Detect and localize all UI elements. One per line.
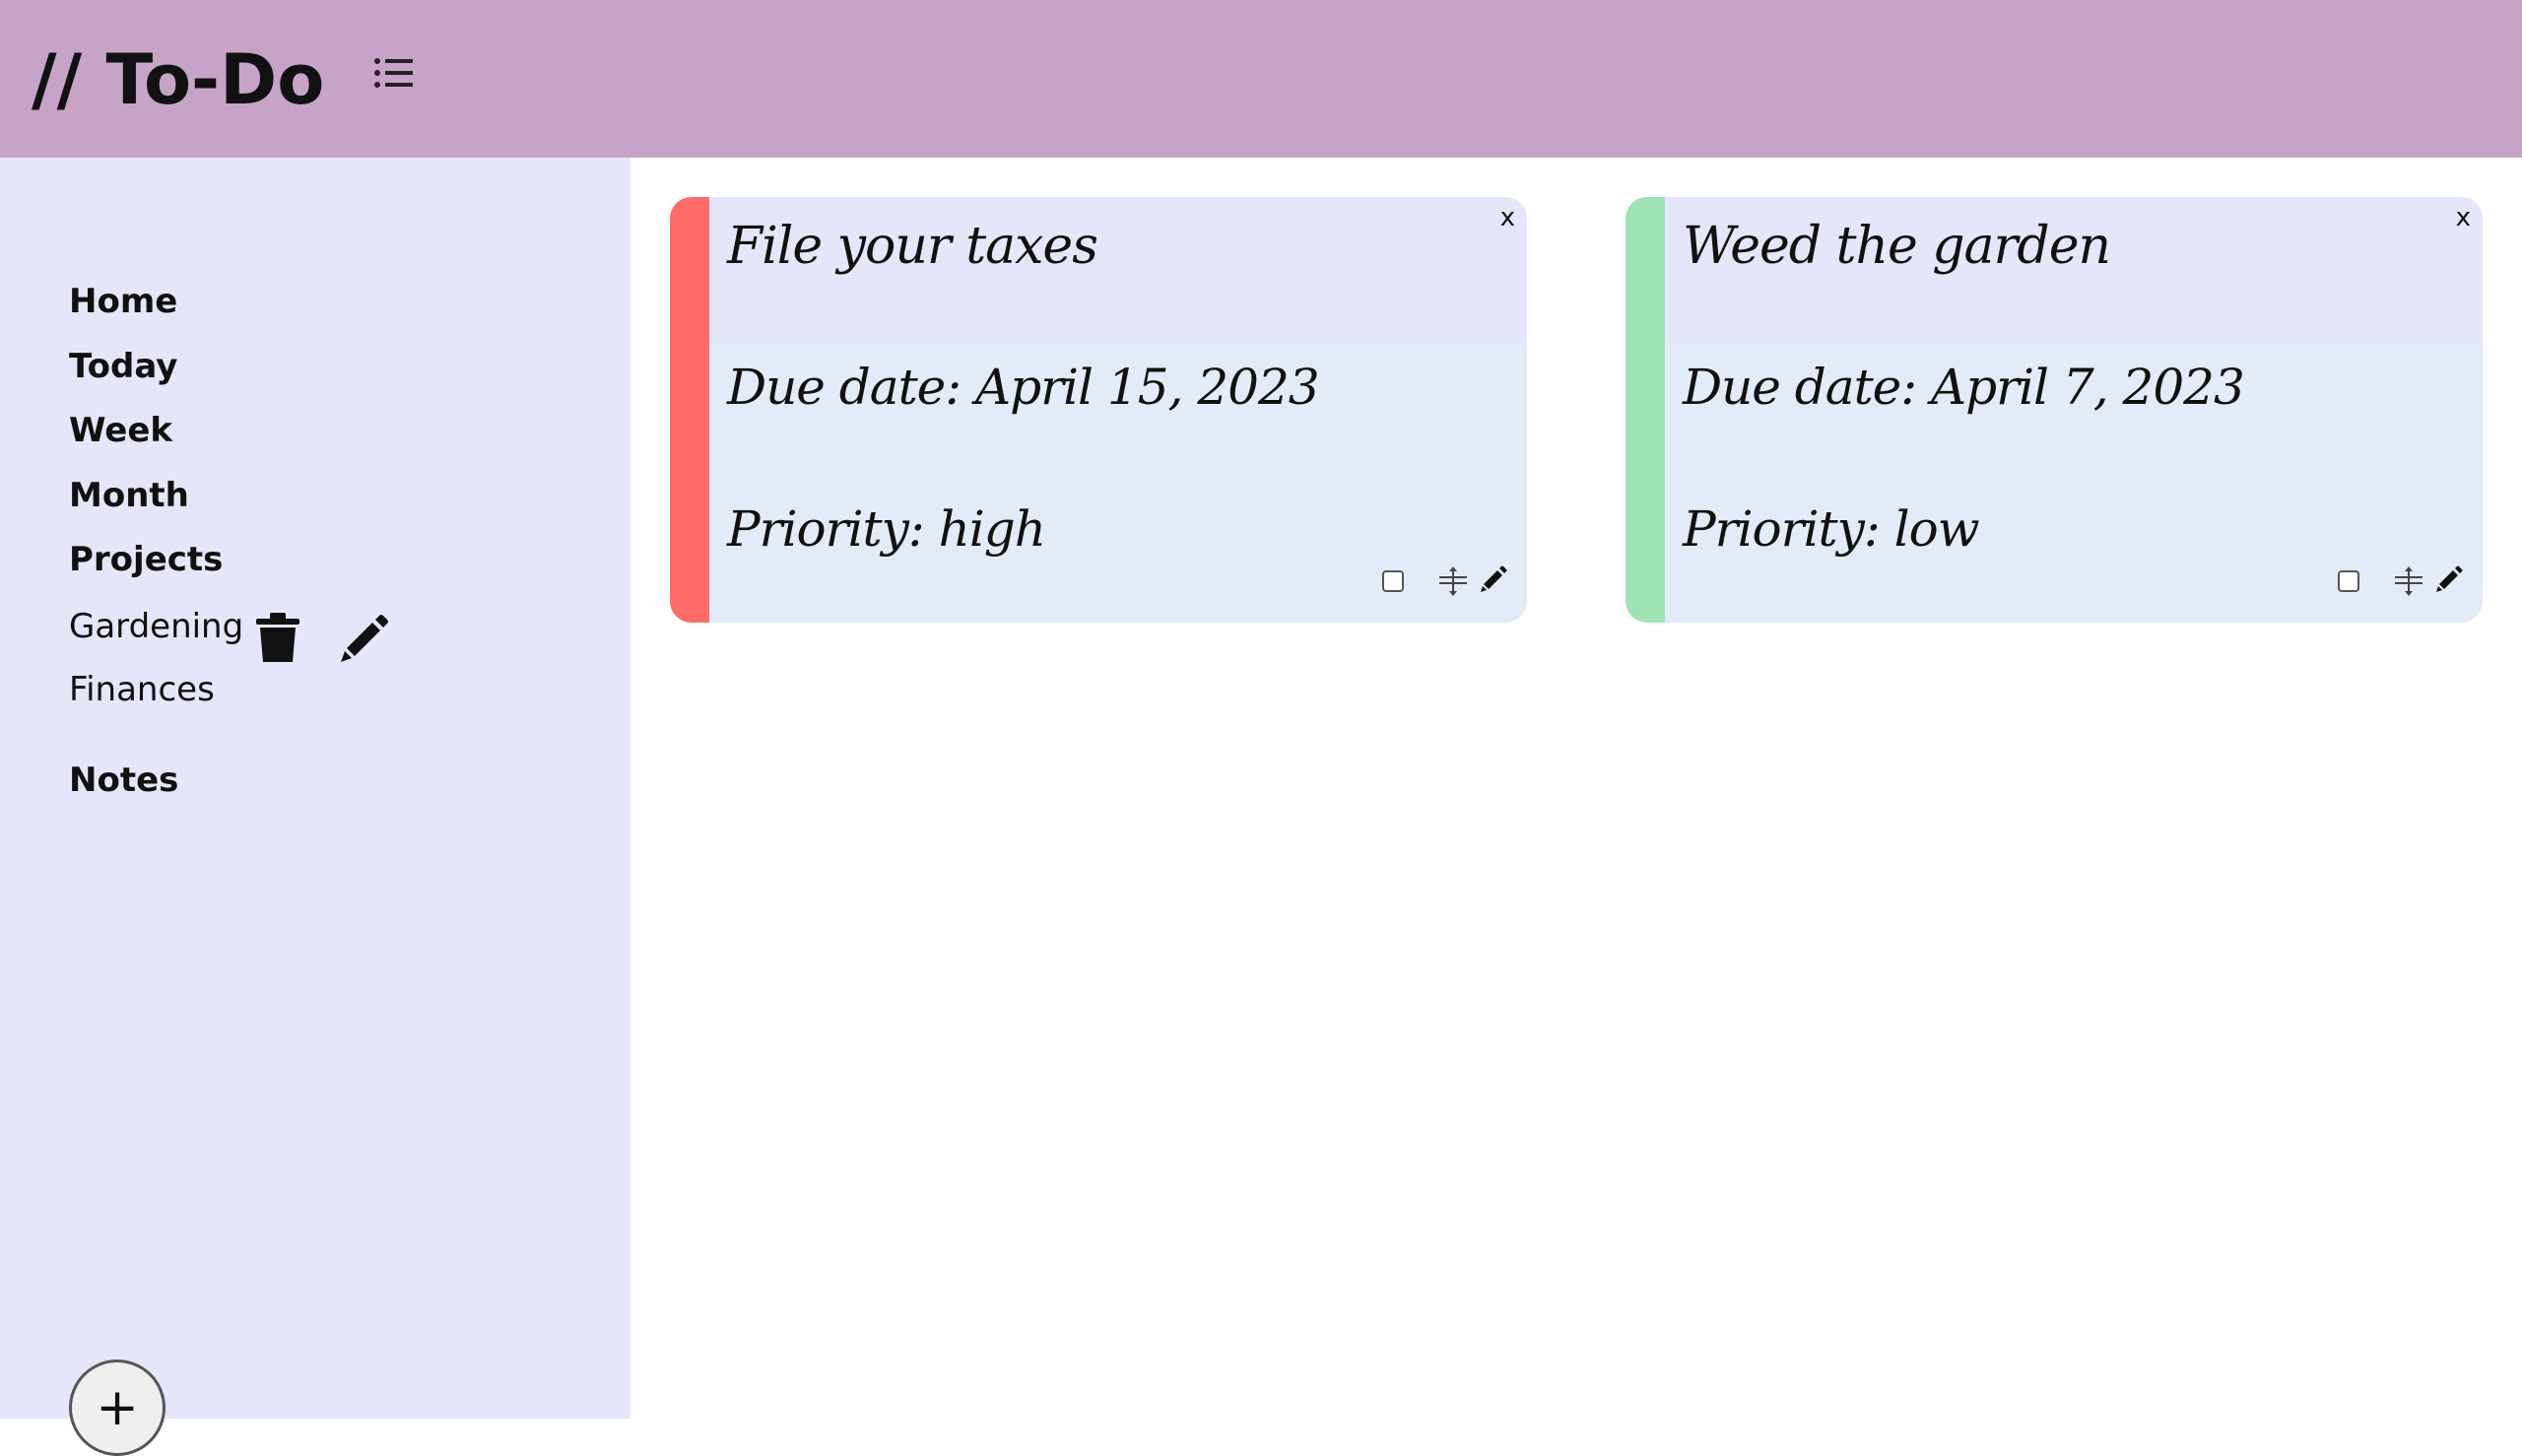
close-button[interactable]: x — [2456, 203, 2471, 232]
pencil-icon[interactable] — [339, 613, 390, 664]
nav-notes[interactable]: Notes — [69, 761, 178, 800]
expand-icon[interactable] — [2394, 565, 2423, 597]
trash-icon[interactable] — [254, 613, 301, 664]
project-item-finances[interactable]: Finances — [69, 670, 215, 709]
app-header: // To-Do — [0, 0, 2522, 158]
task-card: Weed the garden x Due date: April 7, 202… — [1626, 197, 2483, 623]
task-card-header: Weed the garden x — [1665, 197, 2483, 343]
priority-stripe — [670, 197, 709, 623]
pencil-icon[interactable] — [1480, 565, 1507, 593]
app-title: // To-Do — [32, 39, 325, 120]
task-title: File your taxes — [727, 217, 1098, 276]
task-card-header: File your taxes x — [709, 197, 1527, 343]
task-due-date: Due date: April 7, 2023 — [1683, 359, 2245, 416]
nav-projects[interactable]: Projects — [69, 540, 223, 579]
list-icon — [374, 58, 413, 88]
close-button[interactable]: x — [1500, 203, 1515, 232]
task-priority: Priority: high — [727, 500, 1046, 558]
pencil-icon[interactable] — [2435, 565, 2463, 593]
task-priority: Priority: low — [1683, 500, 1980, 558]
project-item-gardening[interactable]: Gardening — [69, 607, 243, 646]
task-card: File your taxes x Due date: April 15, 20… — [670, 197, 1527, 623]
task-due-date: Due date: April 15, 2023 — [727, 359, 1320, 416]
add-button[interactable]: + — [69, 1359, 166, 1456]
sidebar: Home Today Week Month Projects Gardening… — [0, 158, 630, 1456]
priority-stripe — [1626, 197, 1665, 623]
nav-home[interactable]: Home — [69, 282, 177, 321]
nav-week[interactable]: Week — [69, 411, 172, 450]
expand-icon[interactable] — [1438, 565, 1468, 597]
nav-today[interactable]: Today — [69, 347, 177, 386]
nav-month[interactable]: Month — [69, 476, 189, 515]
complete-checkbox[interactable] — [2338, 570, 2359, 592]
task-title: Weed the garden — [1683, 217, 2111, 276]
complete-checkbox[interactable] — [1382, 570, 1404, 592]
